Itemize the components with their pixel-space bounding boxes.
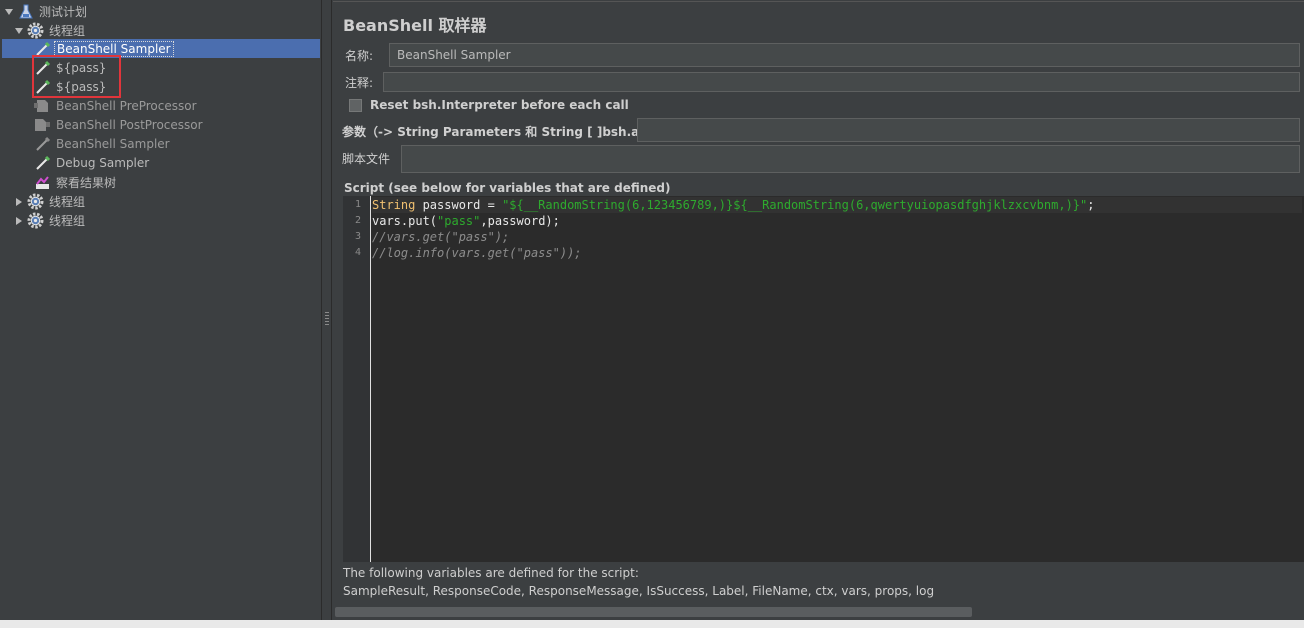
code-token: ,password); [480, 214, 560, 228]
results-tree-icon [34, 174, 51, 191]
tree-item-label: 测试计划 [39, 4, 88, 19]
tree-item-label: BeanShell PreProcessor [56, 98, 197, 113]
code-token: password = [415, 198, 503, 212]
panel-splitter[interactable] [322, 0, 332, 620]
tree-item-beanshell-postprocessor[interactable]: BeanShell PostProcessor [34, 115, 205, 134]
line-number: 1 [354, 199, 361, 210]
tree-item-label: 察看结果树 [56, 175, 117, 190]
line-number: 3 [354, 231, 361, 242]
gear-icon [27, 193, 44, 210]
script-section-title: Script (see below for variables that are… [344, 181, 671, 195]
tree-item-thread-group-2[interactable]: 线程组 [14, 192, 87, 211]
script-file-field[interactable] [401, 145, 1300, 173]
expand-arrow-icon[interactable] [14, 26, 24, 36]
tree-item-debug-sampler[interactable]: Debug Sampler [34, 153, 151, 172]
tree-item-test-plan[interactable]: 测试计划 [4, 2, 89, 21]
script-editor[interactable]: 1 2 3 4 String password = "${__RandomStr… [343, 196, 1304, 562]
tree-item-label: Debug Sampler [56, 155, 150, 170]
collapse-arrow-icon[interactable] [14, 197, 24, 207]
window-bottom-edge [0, 620, 1304, 628]
page-title: BeanShell 取样器 [343, 16, 487, 35]
code-token: //vars.get("pass"); [372, 230, 510, 244]
line-number: 2 [354, 215, 361, 226]
sampler-config-panel: BeanShell 取样器 名称: BeanShell Sampler 注释: … [333, 0, 1304, 620]
code-line[interactable]: vars.put("pass",password); [372, 213, 1302, 229]
splitter-grip-icon[interactable] [325, 312, 329, 326]
panel-divider [333, 1, 1304, 2]
line-number: 4 [354, 247, 361, 258]
postprocessor-icon [34, 116, 51, 133]
defined-variables-title: The following variables are defined for … [343, 566, 639, 580]
code-line[interactable]: //vars.get("pass"); [372, 229, 1302, 245]
name-field[interactable]: BeanShell Sampler [389, 43, 1300, 67]
tree-item-label: 线程组 [49, 194, 86, 209]
reset-interpreter-checkbox[interactable] [349, 98, 362, 112]
line-number-gutter: 1 2 3 4 [343, 196, 371, 562]
name-label: 名称: [345, 49, 374, 63]
pipette-sampler-icon [34, 135, 51, 152]
code-token: "pass" [437, 214, 481, 228]
tree-item-results-tree[interactable]: 察看结果树 [34, 173, 118, 192]
script-file-label: 脚本文件 [342, 152, 391, 166]
comment-label: 注释: [345, 76, 374, 90]
reset-interpreter-option[interactable]: Reset bsh.Interpreter before each call [349, 98, 629, 112]
test-plan-icon [17, 3, 34, 20]
code-token: String [372, 198, 416, 212]
comment-field[interactable] [383, 72, 1300, 92]
tree-item-label: 线程组 [49, 213, 86, 228]
tree-item-label: 线程组 [49, 23, 86, 38]
tree-item-label: BeanShell PostProcessor [56, 117, 203, 132]
tree-item-beanshell-sampler-disabled[interactable]: BeanShell Sampler [34, 134, 172, 153]
collapse-arrow-icon[interactable] [14, 216, 24, 226]
code-token: ; [1087, 198, 1095, 212]
code-line[interactable]: //log.info(vars.get("pass")); [372, 245, 1302, 261]
code-token: //log.info(vars.get("pass")); [372, 246, 582, 260]
horizontal-scrollbar[interactable] [333, 606, 1304, 618]
parameters-field[interactable] [637, 118, 1300, 142]
tree-item-beanshell-preprocessor[interactable]: BeanShell PreProcessor [34, 96, 199, 115]
reset-interpreter-label: Reset bsh.Interpreter before each call [370, 98, 629, 112]
tree-item-thread-group[interactable]: 线程组 [14, 21, 87, 40]
tree-item-label: BeanShell Sampler [56, 136, 170, 151]
preprocessor-icon [34, 97, 51, 114]
scrollbar-thumb[interactable] [335, 607, 972, 617]
code-token: "${__RandomString(6,123456789,)}${__Rand… [502, 198, 1088, 212]
red-highlight-box [32, 55, 121, 98]
defined-variables-list: SampleResult, ResponseCode, ResponseMess… [343, 584, 935, 598]
expand-arrow-icon[interactable] [4, 7, 14, 17]
code-token: vars.put( [372, 214, 438, 228]
code-line[interactable]: String password = "${__RandomString(6,12… [372, 197, 1302, 213]
name-field-value: BeanShell Sampler [397, 48, 511, 62]
gear-icon [27, 212, 44, 229]
gear-icon [27, 22, 44, 39]
test-plan-tree: 测试计划 线程组 BeanShell Sampler ${pass} ${pas… [0, 0, 322, 620]
pipette-sampler-icon [34, 154, 51, 171]
parameters-label: 参数（-> String Parameters 和 String [ ]bsh.… [342, 125, 673, 139]
tree-item-thread-group-3[interactable]: 线程组 [14, 211, 87, 230]
